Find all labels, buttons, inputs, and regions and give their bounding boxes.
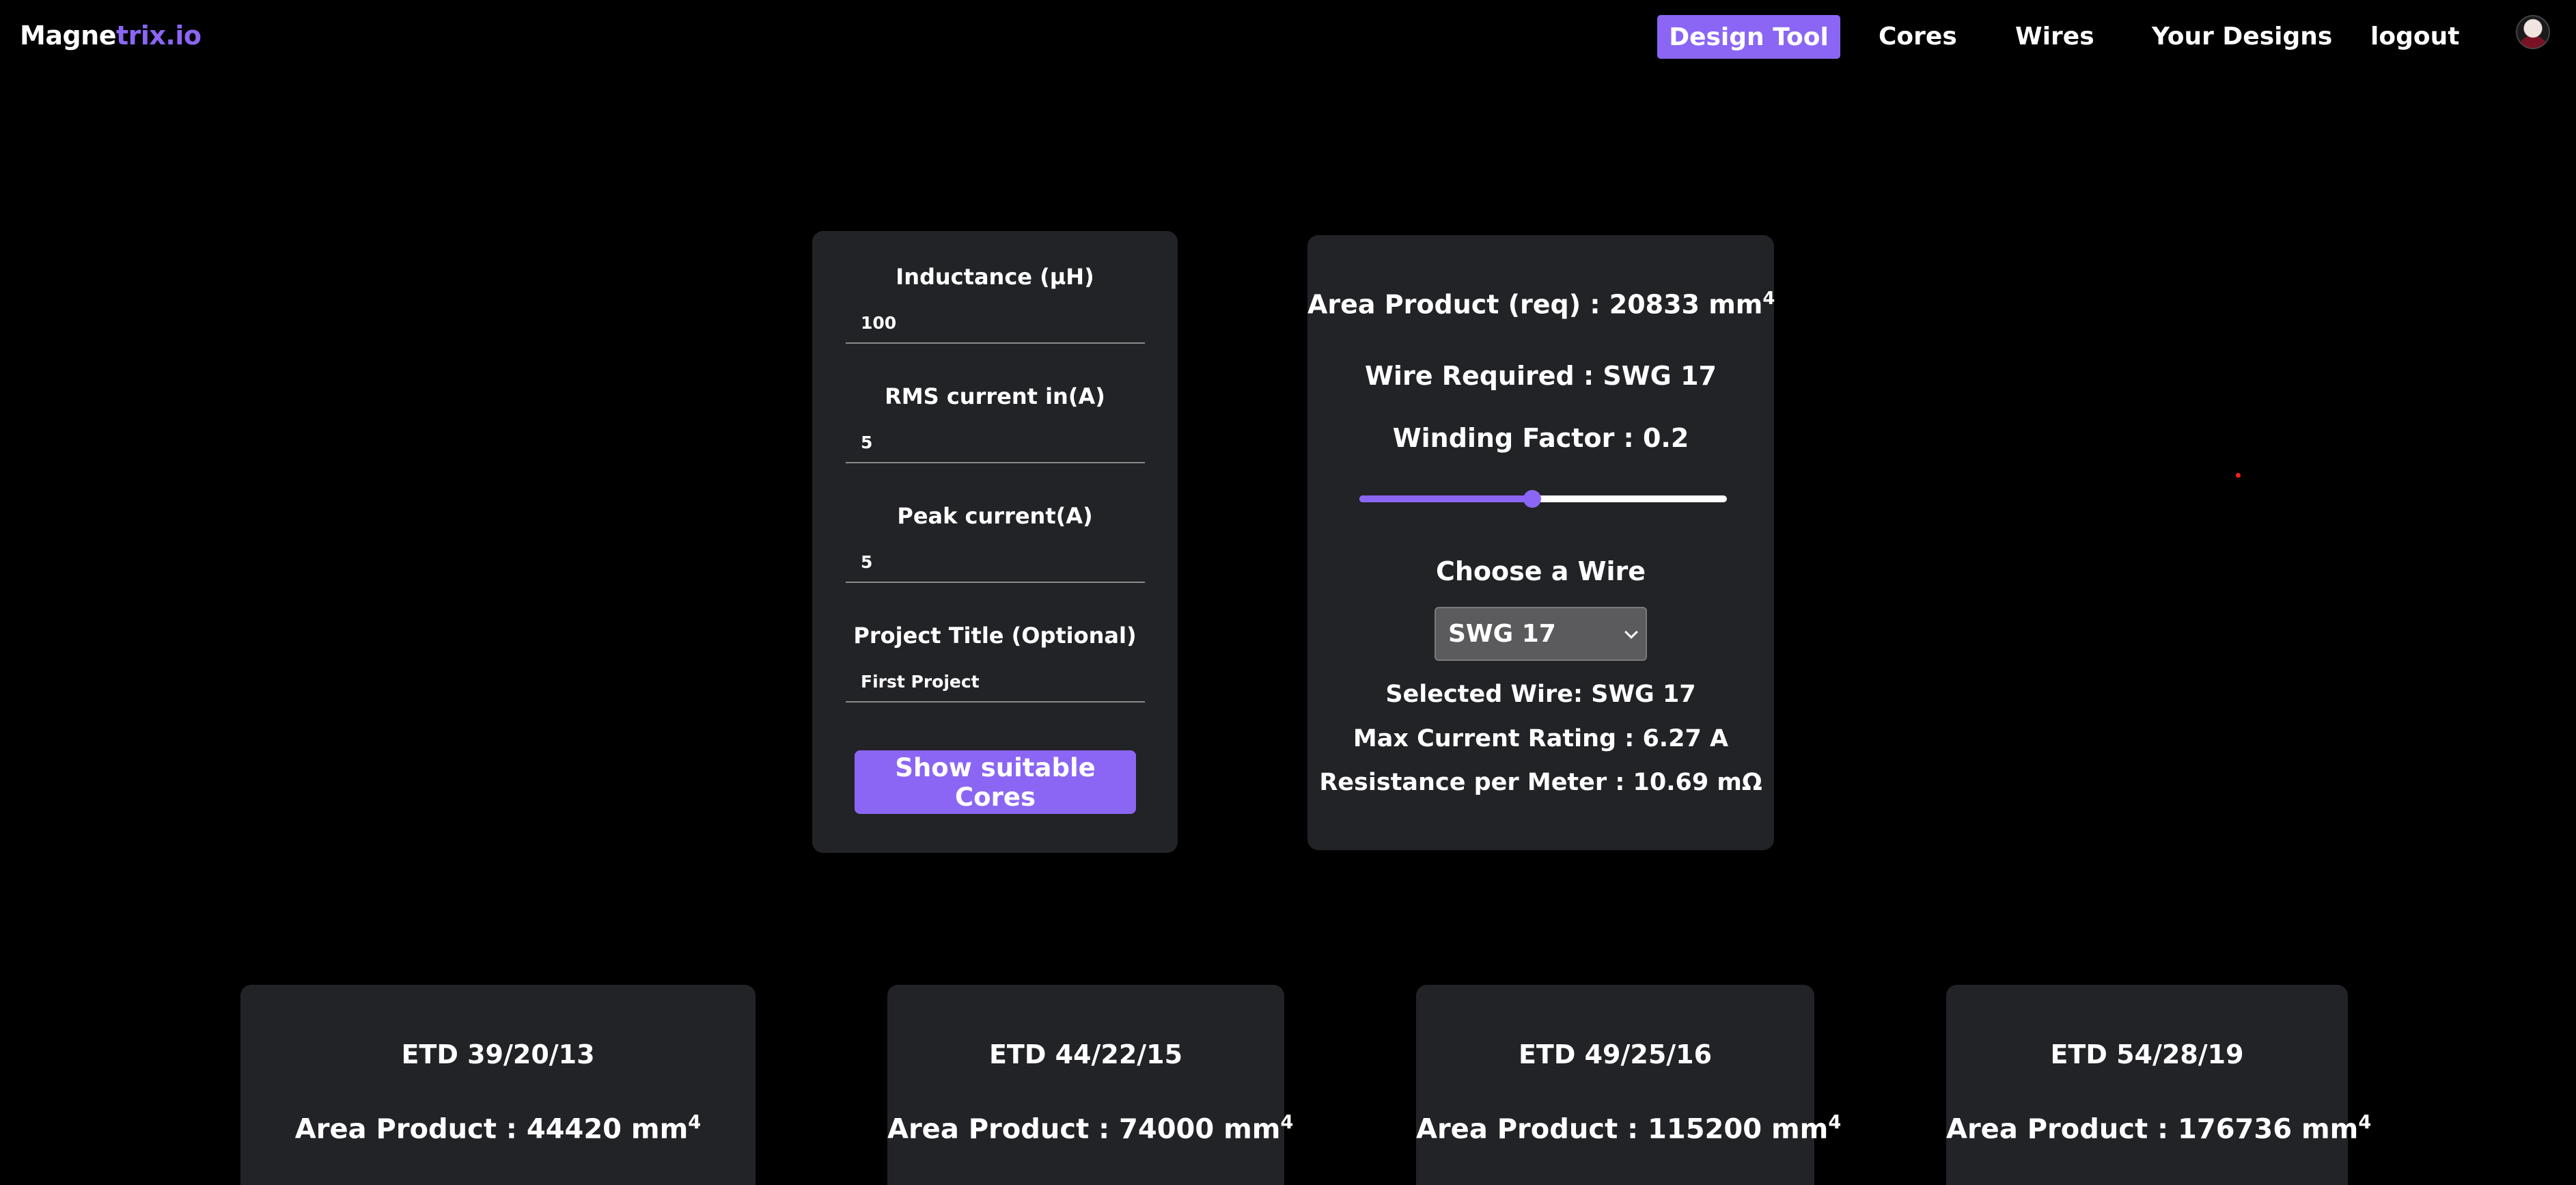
core-area-exponent: 4	[1280, 1112, 1294, 1133]
core-area-exponent: 4	[688, 1112, 702, 1133]
logo-text-accent: trix.io	[115, 21, 202, 51]
cursor-dot	[2236, 473, 2241, 478]
nav-wires[interactable]: Wires	[2015, 23, 2094, 51]
core-area-text: Area Product : 44420 mm	[294, 1113, 689, 1145]
core-name: ETD 44/22/15	[988, 1039, 1183, 1070]
core-area-text: Area Product : 176736 mm	[1946, 1113, 2359, 1145]
winding-factor-slider[interactable]	[1359, 490, 1727, 508]
page-root: Magnetrix.io Design Tool Cores Wires You…	[0, 0, 2576, 1185]
core-area-exponent: 4	[2358, 1112, 2372, 1133]
project-title-input[interactable]	[846, 662, 1145, 703]
wire-select-value: SWG 17	[1448, 620, 1556, 648]
selected-wire: Selected Wire: SWG 17	[1385, 681, 1696, 708]
core-area-text: Area Product : 115200 mm	[1416, 1113, 1829, 1145]
user-avatar[interactable]	[2516, 15, 2550, 49]
nav-your-designs[interactable]: Your Designs	[2152, 23, 2332, 51]
inductance-input[interactable]	[846, 303, 1145, 344]
design-input-card: Inductance (µH) RMS current in(A) Peak c…	[812, 231, 1178, 853]
core-area-product: Area Product : 115200 mm4	[1416, 1112, 1841, 1145]
peak-current-input[interactable]	[846, 542, 1145, 583]
core-card-etd-39[interactable]: ETD 39/20/13 Area Product : 44420 mm4	[240, 985, 756, 1185]
show-suitable-cores-button[interactable]: Show suitable Cores	[855, 750, 1136, 814]
winding-factor-slider-fill	[1359, 495, 1532, 502]
logo[interactable]: Magnetrix.io	[20, 21, 202, 51]
resistance-per-meter: Resistance per Meter : 10.69 mΩ	[1319, 769, 1762, 796]
wire-select[interactable]: SWG 17	[1435, 607, 1647, 661]
max-current-rating: Max Current Rating : 6.27 A	[1353, 725, 1729, 752]
core-area-exponent: 4	[1828, 1112, 1842, 1133]
nav-cores[interactable]: Cores	[1879, 23, 1957, 51]
rms-current-label: RMS current in(A)	[885, 383, 1105, 409]
inductance-label: Inductance (µH)	[896, 264, 1094, 290]
core-area-product: Area Product : 176736 mm4	[1946, 1112, 2371, 1145]
core-area-product: Area Product : 44420 mm4	[240, 1112, 756, 1145]
nav-design-tool[interactable]: Design Tool	[1657, 15, 1840, 59]
area-product-required-text: Area Product (req) : 20833 mm	[1307, 289, 1763, 320]
core-name: ETD 54/28/19	[2050, 1039, 2244, 1070]
winding-factor-slider-thumb[interactable]	[1523, 490, 1541, 508]
core-card-etd-54[interactable]: ETD 54/28/19 Area Product : 176736 mm4	[1946, 985, 2371, 1185]
logo-text-main: Magne	[20, 21, 116, 51]
design-result-card: Area Product (req) : 20833 mm4 Wire Requ…	[1307, 235, 1775, 850]
core-name: ETD 49/25/16	[1518, 1039, 1713, 1070]
peak-current-label: Peak current(A)	[897, 503, 1093, 529]
core-area-text: Area Product : 74000 mm	[887, 1113, 1281, 1145]
core-area-product: Area Product : 74000 mm4	[887, 1112, 1293, 1145]
wire-required: Wire Required : SWG 17	[1365, 361, 1717, 391]
core-card-etd-44[interactable]: ETD 44/22/15 Area Product : 74000 mm4	[887, 985, 1293, 1185]
chevron-down-icon	[1624, 625, 1638, 639]
core-card-etd-49[interactable]: ETD 49/25/16 Area Product : 115200 mm4	[1416, 985, 1841, 1185]
rms-current-input[interactable]	[846, 422, 1145, 463]
project-title-label: Project Title (Optional)	[853, 623, 1137, 649]
winding-factor: Winding Factor : 0.2	[1392, 423, 1689, 453]
nav-logout[interactable]: logout	[2370, 23, 2459, 51]
area-product-required-exponent: 4	[1762, 288, 1775, 309]
area-product-required: Area Product (req) : 20833 mm4	[1307, 288, 1775, 320]
core-name: ETD 39/20/13	[401, 1039, 595, 1070]
choose-wire-label: Choose a Wire	[1435, 556, 1646, 586]
